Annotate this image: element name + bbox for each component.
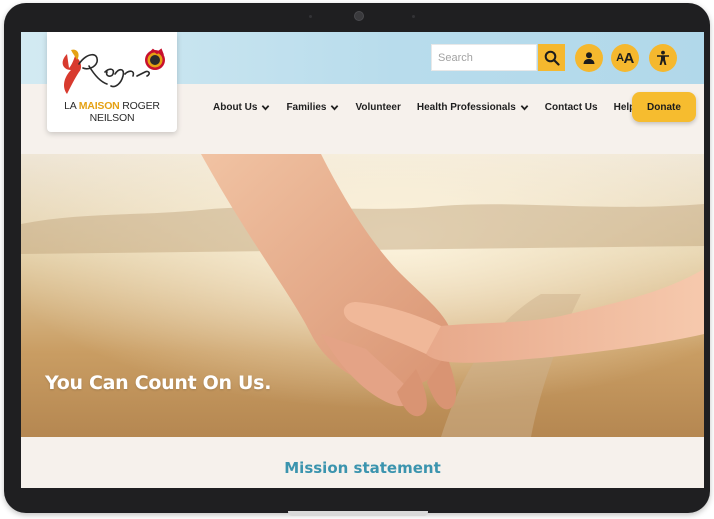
camera-icon <box>354 11 364 21</box>
logo-wordmark: LA MAISON ROGER NEILSON <box>47 100 177 124</box>
chevron-down-icon <box>262 104 270 110</box>
logo-text-pre: LA <box>64 100 79 112</box>
search-button[interactable] <box>538 44 565 71</box>
tablet-frame: AA About Us Families <box>4 3 710 513</box>
mission-title: Mission statement <box>284 459 441 477</box>
nav-label: Volunteer <box>355 101 401 113</box>
search-icon <box>544 50 560 66</box>
accessibility-button[interactable] <box>649 44 677 72</box>
hero-banner: You Can Count On Us. <box>21 154 704 437</box>
nav-families[interactable]: Families <box>286 102 339 113</box>
sensor-dot <box>309 15 312 18</box>
nav-contact-us[interactable]: Contact Us <box>545 102 598 113</box>
website-screen: AA About Us Families <box>21 32 704 488</box>
text-size-button[interactable]: AA <box>611 44 639 72</box>
donate-button[interactable]: Donate <box>632 92 696 122</box>
chevron-down-icon <box>520 104 529 110</box>
tablet-stand <box>288 511 428 516</box>
user-icon <box>583 52 595 64</box>
text-size-small-label: A <box>616 52 624 64</box>
nav-label: About Us <box>213 101 258 113</box>
nav-label: Health Professionals <box>416 101 516 113</box>
nav-label: Families <box>286 101 327 113</box>
nav-health-professionals[interactable]: Health Professionals <box>417 102 529 113</box>
chevron-down-icon <box>331 104 339 110</box>
text-size-big-label: A <box>623 49 635 67</box>
accessibility-icon <box>657 50 669 65</box>
site-logo[interactable]: LA MAISON ROGER NEILSON <box>47 32 177 132</box>
nav-label: Contact Us <box>544 101 598 113</box>
logo-emblem <box>62 48 165 94</box>
mission-section: Mission statement <box>21 437 704 488</box>
logo-text-accent: MAISON <box>78 100 120 112</box>
hero-image <box>21 154 704 437</box>
nav-volunteer[interactable]: Volunteer <box>355 102 400 113</box>
account-button[interactable] <box>575 44 603 72</box>
search-input[interactable] <box>431 44 537 71</box>
main-nav: About Us Families Volunteer Health Profe… <box>213 98 664 116</box>
hero-title: You Can Count On Us. <box>45 372 272 394</box>
nav-about-us[interactable]: About Us <box>213 102 270 113</box>
sensor-dot <box>412 15 415 18</box>
